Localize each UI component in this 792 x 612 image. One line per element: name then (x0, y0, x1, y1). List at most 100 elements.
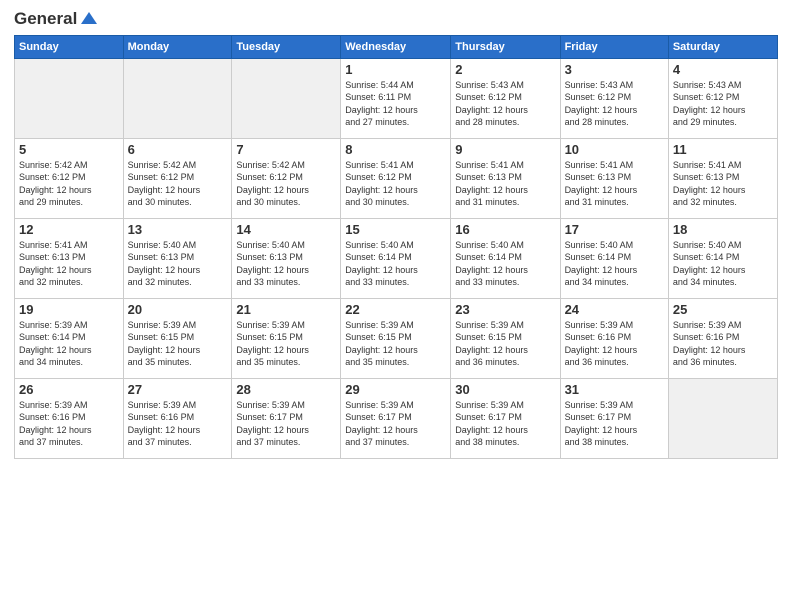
day-cell: 31 Sunrise: 5:39 AM Sunset: 6:17 PM Dayli… (560, 378, 668, 458)
day-info: Sunrise: 5:41 AM Sunset: 6:12 PM Dayligh… (345, 159, 446, 209)
col-header-tuesday: Tuesday (232, 35, 341, 58)
day-info: Sunrise: 5:42 AM Sunset: 6:12 PM Dayligh… (236, 159, 336, 209)
day-number: 11 (673, 142, 773, 157)
day-number: 4 (673, 62, 773, 77)
day-cell (15, 58, 124, 138)
day-info: Sunrise: 5:42 AM Sunset: 6:12 PM Dayligh… (19, 159, 119, 209)
week-row-2: 5 Sunrise: 5:42 AM Sunset: 6:12 PM Daylig… (15, 138, 778, 218)
day-info: Sunrise: 5:39 AM Sunset: 6:17 PM Dayligh… (345, 399, 446, 449)
day-cell (123, 58, 232, 138)
day-info: Sunrise: 5:39 AM Sunset: 6:16 PM Dayligh… (565, 319, 664, 369)
logo-icon (79, 8, 99, 28)
day-cell: 25Sunrise: 5:39 AM Sunset: 6:16 PM Dayli… (668, 298, 777, 378)
day-cell: 19 Sunrise: 5:39 AM Sunset: 6:14 PM Dayli… (15, 298, 124, 378)
day-cell: 2Sunrise: 5:43 AM Sunset: 6:12 PM Daylig… (451, 58, 560, 138)
day-cell: 20 Sunrise: 5:39 AM Sunset: 6:15 PM Dayli… (123, 298, 232, 378)
col-header-saturday: Saturday (668, 35, 777, 58)
col-header-thursday: Thursday (451, 35, 560, 58)
day-info: Sunrise: 5:43 AM Sunset: 6:12 PM Dayligh… (565, 79, 664, 129)
day-info: Sunrise: 5:40 AM Sunset: 6:14 PM Dayligh… (455, 239, 555, 289)
day-cell: 15 Sunrise: 5:40 AM Sunset: 6:14 PM Dayli… (341, 218, 451, 298)
calendar-table: SundayMondayTuesdayWednesdayThursdayFrid… (14, 35, 778, 459)
day-info: Sunrise: 5:40 AM Sunset: 6:13 PM Dayligh… (128, 239, 228, 289)
logo: General (14, 10, 99, 27)
day-cell: 29 Sunrise: 5:39 AM Sunset: 6:17 PM Dayli… (341, 378, 451, 458)
day-number: 23 (455, 302, 555, 317)
day-info: Sunrise: 5:39 AM Sunset: 6:15 PM Dayligh… (128, 319, 228, 369)
week-row-4: 19 Sunrise: 5:39 AM Sunset: 6:14 PM Dayli… (15, 298, 778, 378)
logo-general: General (14, 10, 77, 29)
day-info: Sunrise: 5:39 AM Sunset: 6:17 PM Dayligh… (565, 399, 664, 449)
day-cell: 16 Sunrise: 5:40 AM Sunset: 6:14 PM Dayli… (451, 218, 560, 298)
day-number: 17 (565, 222, 664, 237)
day-cell: 11Sunrise: 5:41 AM Sunset: 6:13 PM Dayli… (668, 138, 777, 218)
day-number: 8 (345, 142, 446, 157)
day-number: 27 (128, 382, 228, 397)
day-info: Sunrise: 5:39 AM Sunset: 6:17 PM Dayligh… (236, 399, 336, 449)
day-info: Sunrise: 5:40 AM Sunset: 6:13 PM Dayligh… (236, 239, 336, 289)
page: General SundayMondayTuesdayWednesdayThur… (0, 0, 792, 612)
day-number: 18 (673, 222, 773, 237)
day-number: 2 (455, 62, 555, 77)
day-info: Sunrise: 5:39 AM Sunset: 6:17 PM Dayligh… (455, 399, 555, 449)
day-number: 6 (128, 142, 228, 157)
calendar-header-row: SundayMondayTuesdayWednesdayThursdayFrid… (15, 35, 778, 58)
day-cell: 18Sunrise: 5:40 AM Sunset: 6:14 PM Dayli… (668, 218, 777, 298)
day-info: Sunrise: 5:42 AM Sunset: 6:12 PM Dayligh… (128, 159, 228, 209)
day-number: 13 (128, 222, 228, 237)
day-number: 14 (236, 222, 336, 237)
day-cell: 10 Sunrise: 5:41 AM Sunset: 6:13 PM Dayli… (560, 138, 668, 218)
day-number: 19 (19, 302, 119, 317)
day-info: Sunrise: 5:44 AM Sunset: 6:11 PM Dayligh… (345, 79, 446, 129)
day-info: Sunrise: 5:41 AM Sunset: 6:13 PM Dayligh… (19, 239, 119, 289)
day-info: Sunrise: 5:43 AM Sunset: 6:12 PM Dayligh… (673, 79, 773, 129)
day-number: 7 (236, 142, 336, 157)
day-number: 20 (128, 302, 228, 317)
day-number: 24 (565, 302, 664, 317)
day-cell: 21 Sunrise: 5:39 AM Sunset: 6:15 PM Dayli… (232, 298, 341, 378)
day-cell: 17Sunrise: 5:40 AM Sunset: 6:14 PM Dayli… (560, 218, 668, 298)
day-number: 15 (345, 222, 446, 237)
day-cell (668, 378, 777, 458)
col-header-wednesday: Wednesday (341, 35, 451, 58)
day-cell: 9 Sunrise: 5:41 AM Sunset: 6:13 PM Daylig… (451, 138, 560, 218)
week-row-5: 26Sunrise: 5:39 AM Sunset: 6:16 PM Dayli… (15, 378, 778, 458)
day-cell: 23 Sunrise: 5:39 AM Sunset: 6:15 PM Dayli… (451, 298, 560, 378)
day-number: 16 (455, 222, 555, 237)
day-info: Sunrise: 5:41 AM Sunset: 6:13 PM Dayligh… (455, 159, 555, 209)
day-info: Sunrise: 5:40 AM Sunset: 6:14 PM Dayligh… (345, 239, 446, 289)
day-number: 9 (455, 142, 555, 157)
day-number: 3 (565, 62, 664, 77)
day-info: Sunrise: 5:39 AM Sunset: 6:15 PM Dayligh… (236, 319, 336, 369)
day-cell: 3 Sunrise: 5:43 AM Sunset: 6:12 PM Daylig… (560, 58, 668, 138)
day-number: 5 (19, 142, 119, 157)
col-header-friday: Friday (560, 35, 668, 58)
day-cell: 27 Sunrise: 5:39 AM Sunset: 6:16 PM Dayli… (123, 378, 232, 458)
day-cell: 14 Sunrise: 5:40 AM Sunset: 6:13 PM Dayli… (232, 218, 341, 298)
day-number: 31 (565, 382, 664, 397)
day-cell: 7 Sunrise: 5:42 AM Sunset: 6:12 PM Daylig… (232, 138, 341, 218)
day-cell: 22Sunrise: 5:39 AM Sunset: 6:15 PM Dayli… (341, 298, 451, 378)
day-number: 12 (19, 222, 119, 237)
day-number: 10 (565, 142, 664, 157)
day-cell: 13 Sunrise: 5:40 AM Sunset: 6:13 PM Dayli… (123, 218, 232, 298)
header: General (14, 10, 778, 27)
day-info: Sunrise: 5:39 AM Sunset: 6:15 PM Dayligh… (455, 319, 555, 369)
day-cell: 26Sunrise: 5:39 AM Sunset: 6:16 PM Dayli… (15, 378, 124, 458)
day-cell: 28 Sunrise: 5:39 AM Sunset: 6:17 PM Dayli… (232, 378, 341, 458)
day-cell: 12 Sunrise: 5:41 AM Sunset: 6:13 PM Dayli… (15, 218, 124, 298)
day-cell: 1 Sunrise: 5:44 AM Sunset: 6:11 PM Daylig… (341, 58, 451, 138)
day-cell: 5 Sunrise: 5:42 AM Sunset: 6:12 PM Daylig… (15, 138, 124, 218)
day-number: 25 (673, 302, 773, 317)
day-info: Sunrise: 5:39 AM Sunset: 6:15 PM Dayligh… (345, 319, 446, 369)
day-cell: 24 Sunrise: 5:39 AM Sunset: 6:16 PM Dayli… (560, 298, 668, 378)
day-info: Sunrise: 5:41 AM Sunset: 6:13 PM Dayligh… (565, 159, 664, 209)
day-number: 1 (345, 62, 446, 77)
day-number: 29 (345, 382, 446, 397)
week-row-3: 12 Sunrise: 5:41 AM Sunset: 6:13 PM Dayli… (15, 218, 778, 298)
day-info: Sunrise: 5:39 AM Sunset: 6:14 PM Dayligh… (19, 319, 119, 369)
day-cell: 30Sunrise: 5:39 AM Sunset: 6:17 PM Dayli… (451, 378, 560, 458)
day-info: Sunrise: 5:39 AM Sunset: 6:16 PM Dayligh… (128, 399, 228, 449)
day-number: 28 (236, 382, 336, 397)
day-number: 21 (236, 302, 336, 317)
